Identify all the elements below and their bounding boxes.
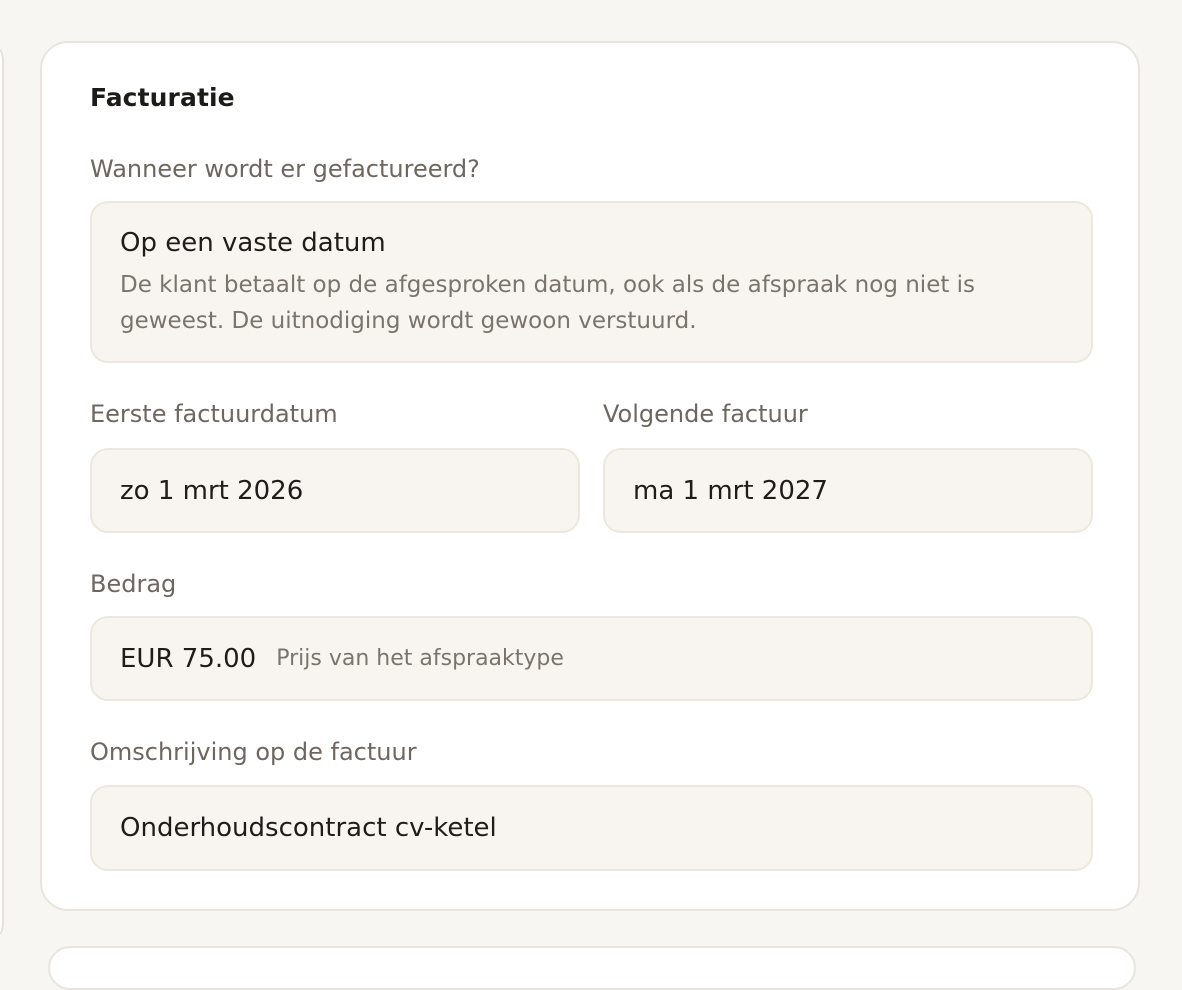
first-invoice-date-value: zo 1 mrt 2026 bbox=[120, 475, 304, 506]
billing-card: Facturatie Wanneer wordt er gefactureerd… bbox=[40, 41, 1140, 911]
next-invoice-value: ma 1 mrt 2027 bbox=[633, 475, 828, 506]
billing-section-title: Facturatie bbox=[90, 83, 235, 112]
next-invoice-label: Volgende factuur bbox=[603, 400, 808, 428]
next-invoice-field[interactable]: ma 1 mrt 2027 bbox=[603, 448, 1093, 533]
amount-content: EUR 75.00 Prijs van het afspraaktype bbox=[120, 618, 564, 699]
invoice-description-input[interactable]: Onderhoudscontract cv-ketel bbox=[90, 785, 1093, 871]
amount-hint: Prijs van het afspraaktype bbox=[276, 646, 564, 671]
amount-label: Bedrag bbox=[90, 570, 177, 598]
first-invoice-date-label: Eerste factuurdatum bbox=[90, 400, 338, 428]
amount-value: EUR 75.00 bbox=[120, 643, 257, 674]
billing-when-label: Wanneer wordt er gefactureerd? bbox=[90, 155, 480, 183]
previous-card-edge bbox=[0, 42, 4, 942]
billing-mode-description: De klant betaalt op de afgesproken datum… bbox=[120, 272, 976, 334]
amount-field[interactable]: EUR 75.00 Prijs van het afspraaktype bbox=[90, 616, 1093, 701]
first-invoice-date-field[interactable]: zo 1 mrt 2026 bbox=[90, 448, 580, 533]
billing-mode-title: Op een vaste datum bbox=[120, 228, 386, 258]
invoice-description-label: Omschrijving op de factuur bbox=[90, 738, 417, 766]
billing-mode-option[interactable]: Op een vaste datum De klant betaalt op d… bbox=[90, 201, 1093, 363]
next-card-edge bbox=[48, 946, 1136, 990]
invoice-description-value: Onderhoudscontract cv-ketel bbox=[120, 813, 497, 843]
